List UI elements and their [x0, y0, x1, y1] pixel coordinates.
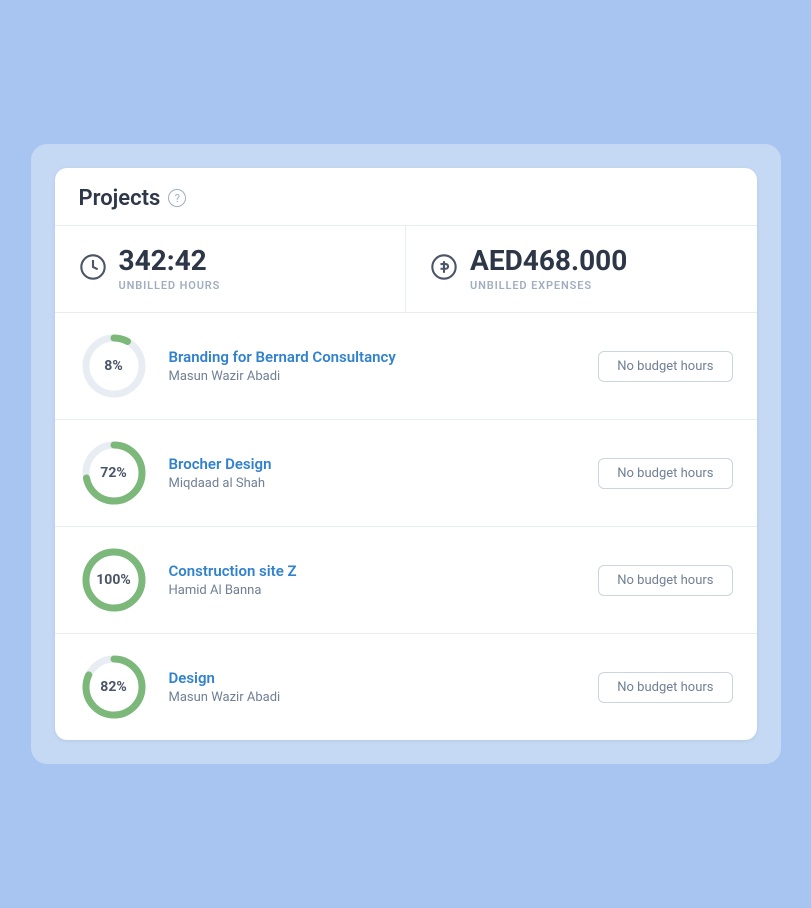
project-row: 72% Brocher Design Miqdaad al Shah No bu… [55, 420, 757, 527]
project-client-0: Masun Wazir Abadi [169, 369, 579, 384]
project-row: 82% Design Masun Wazir Abadi No budget h… [55, 634, 757, 740]
donut-chart-2: 100% [79, 545, 149, 615]
stats-row: 342:42 UNBILLED HOURS AED468.000 UNBILLE… [55, 226, 757, 314]
budget-badge-2: No budget hours [598, 565, 732, 596]
project-row: 8% Branding for Bernard Consultancy Masu… [55, 313, 757, 420]
project-name-2[interactable]: Construction site Z [169, 562, 579, 580]
project-name-3[interactable]: Design [169, 669, 579, 687]
project-client-1: Miqdaad al Shah [169, 476, 579, 491]
project-name-0[interactable]: Branding for Bernard Consultancy [169, 348, 579, 366]
project-row: 100% Construction site Z Hamid Al Banna … [55, 527, 757, 634]
donut-label-0: 8% [104, 358, 122, 374]
unbilled-hours-value: 342:42 [119, 246, 221, 277]
project-name-1[interactable]: Brocher Design [169, 455, 579, 473]
unbilled-hours-box: 342:42 UNBILLED HOURS [55, 226, 407, 313]
donut-label-3: 82% [100, 679, 126, 695]
outer-wrapper: Projects ? 342:42 UNBILLED HOURS [31, 144, 781, 765]
help-icon[interactable]: ? [168, 189, 186, 207]
unbilled-hours-content: 342:42 UNBILLED HOURS [119, 246, 221, 293]
dollar-icon [430, 253, 458, 285]
unbilled-hours-label: UNBILLED HOURS [119, 279, 221, 292]
projects-card: Projects ? 342:42 UNBILLED HOURS [55, 168, 757, 741]
project-info-1: Brocher Design Miqdaad al Shah [169, 455, 579, 491]
unbilled-expenses-label: UNBILLED EXPENSES [470, 279, 627, 292]
project-info-2: Construction site Z Hamid Al Banna [169, 562, 579, 598]
project-info-3: Design Masun Wazir Abadi [169, 669, 579, 705]
donut-label-1: 72% [100, 465, 126, 481]
project-client-2: Hamid Al Banna [169, 583, 579, 598]
unbilled-expenses-content: AED468.000 UNBILLED EXPENSES [470, 246, 627, 293]
donut-chart-0: 8% [79, 331, 149, 401]
projects-list: 8% Branding for Bernard Consultancy Masu… [55, 313, 757, 740]
project-info-0: Branding for Bernard Consultancy Masun W… [169, 348, 579, 384]
donut-label-2: 100% [96, 572, 130, 588]
budget-badge-1: No budget hours [598, 458, 732, 489]
project-client-3: Masun Wazir Abadi [169, 690, 579, 705]
budget-badge-3: No budget hours [598, 672, 732, 703]
donut-chart-1: 72% [79, 438, 149, 508]
donut-chart-3: 82% [79, 652, 149, 722]
page-title: Projects [79, 186, 161, 211]
clock-icon [79, 253, 107, 285]
budget-badge-0: No budget hours [598, 351, 732, 382]
unbilled-expenses-box: AED468.000 UNBILLED EXPENSES [406, 226, 757, 313]
card-header: Projects ? [55, 168, 757, 226]
unbilled-expenses-value: AED468.000 [470, 246, 627, 277]
